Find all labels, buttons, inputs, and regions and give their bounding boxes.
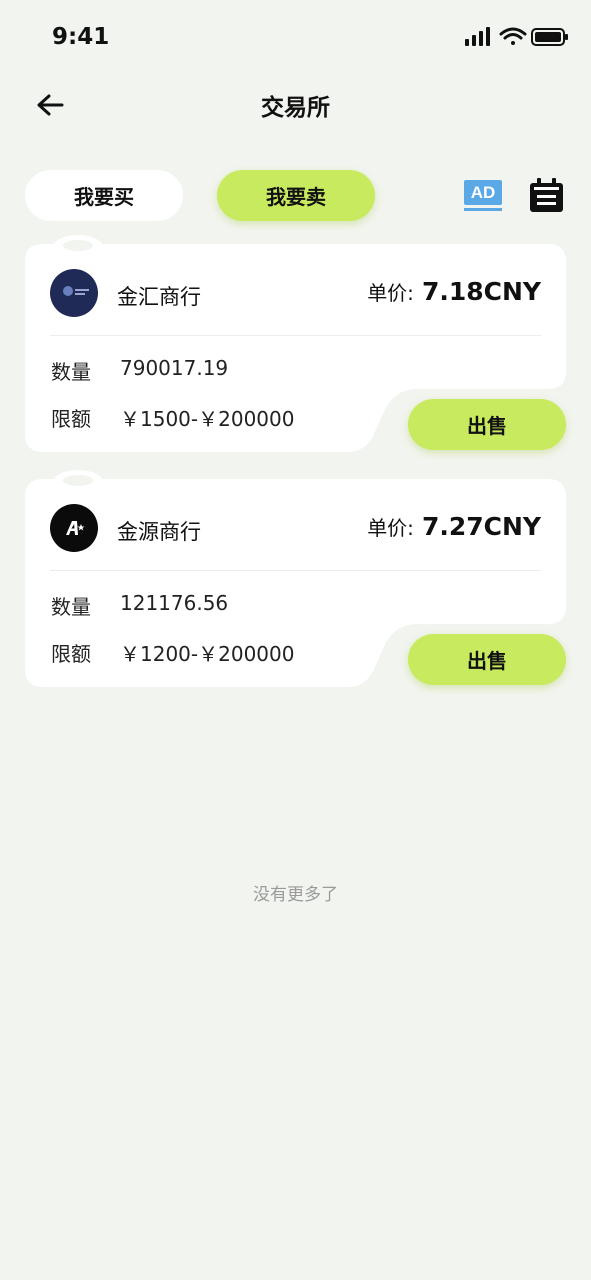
unit-price: 单价: 7.27CNY: [367, 512, 541, 541]
limit-value: ￥1200-￥200000: [120, 642, 295, 666]
tab-sell[interactable]: 我要卖: [217, 170, 375, 221]
divider: [50, 335, 541, 336]
page-title: 交易所: [261, 95, 330, 121]
wifi-icon: [499, 27, 527, 45]
merchant-logo: [50, 269, 98, 317]
offer-card: 金源商行 单价: 7.27CNY 数量 121176.56 限额 ￥1200-￥…: [25, 470, 566, 687]
status-icons: [465, 26, 569, 48]
limit-value: ￥1500-￥200000: [120, 407, 295, 431]
status-time: 9:41: [52, 24, 110, 50]
price-value: 7.27CNY: [421, 512, 541, 541]
merchant-name: 金源商行: [117, 520, 201, 544]
quantity-value: 121176.56: [120, 591, 229, 615]
unit-price: 单价: 7.18CNY: [367, 277, 541, 306]
screen: 9:41 交易所 我要买 我要卖 AD 金汇商行 单价: 7.18CNY 数量 …: [0, 0, 591, 1280]
merchant-logo: [50, 504, 98, 552]
limit-label: 限额: [51, 407, 91, 431]
price-label: 单价:: [367, 516, 414, 540]
price-label: 单价:: [367, 281, 414, 305]
calendar-icon: [530, 178, 563, 212]
calendar-button[interactable]: [529, 178, 564, 213]
no-more-text: 没有更多了: [253, 885, 338, 905]
sell-button[interactable]: 出售: [408, 399, 566, 450]
divider: [50, 570, 541, 571]
ad-icon: AD: [464, 180, 502, 205]
merchant-name: 金汇商行: [117, 285, 201, 309]
ad-button[interactable]: AD: [464, 180, 502, 212]
offer-card: 金汇商行 单价: 7.18CNY 数量 790017.19 限额 ￥1500-￥…: [25, 235, 566, 452]
limit-label: 限额: [51, 642, 91, 666]
tab-buy[interactable]: 我要买: [25, 170, 183, 221]
sell-button[interactable]: 出售: [408, 634, 566, 685]
quantity-label: 数量: [51, 595, 91, 619]
quantity-label: 数量: [51, 360, 91, 384]
price-value: 7.18CNY: [421, 277, 541, 306]
battery-icon: [531, 28, 568, 46]
quantity-value: 790017.19: [120, 356, 229, 380]
signal-icon: [465, 27, 490, 46]
